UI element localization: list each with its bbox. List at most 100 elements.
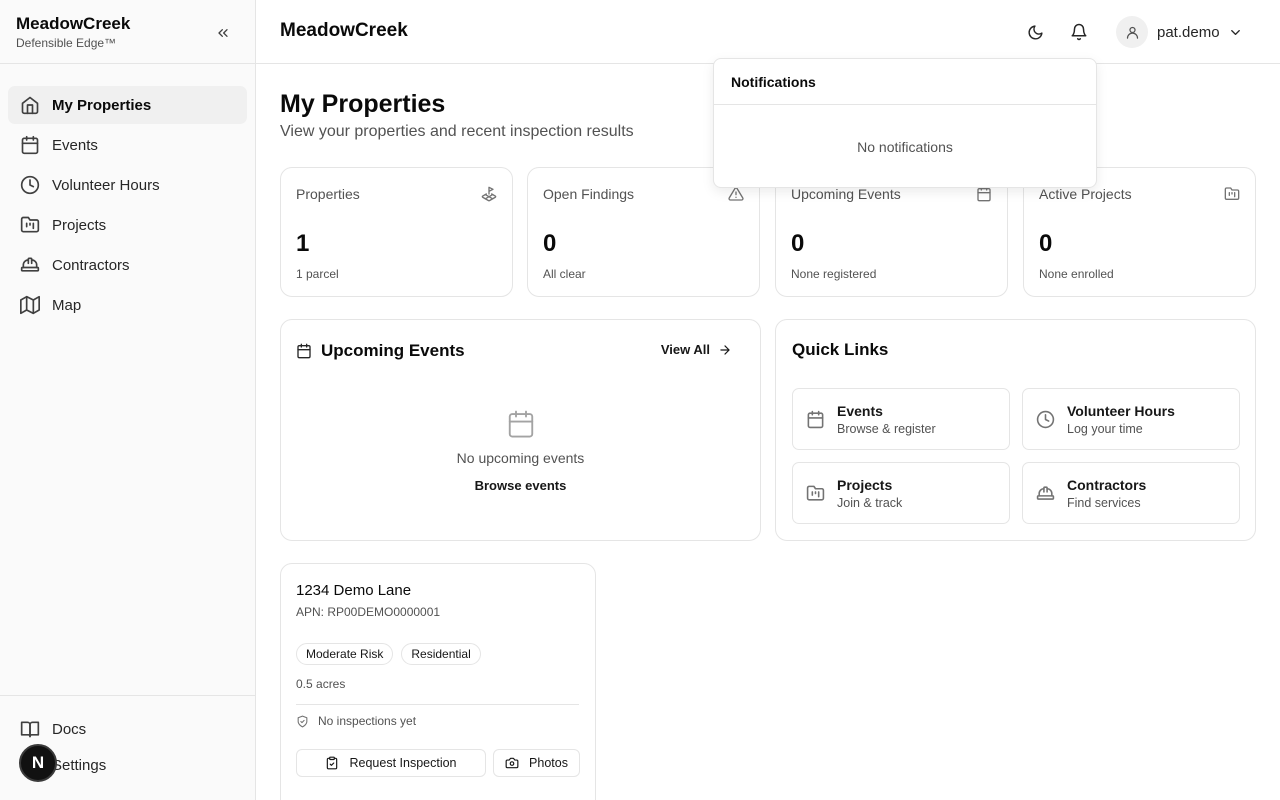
sidebar-item-label: Docs <box>52 720 87 738</box>
chevron-down-icon <box>1230 29 1240 35</box>
clock-icon <box>1036 410 1055 429</box>
calendar-icon <box>977 186 991 202</box>
stat-value: 1 <box>296 230 310 257</box>
sidebar-item-map[interactable]: Map <box>8 286 247 324</box>
calendar-empty-icon <box>508 410 534 438</box>
request-inspection-button[interactable]: Request Inspection <box>296 749 486 777</box>
sidebar-bottom-divider <box>0 695 255 696</box>
user-menu-button[interactable]: pat.demo <box>1116 16 1243 48</box>
sidebar-item-contractors[interactable]: Contractors <box>8 246 247 284</box>
folder-kanban-icon <box>806 485 825 501</box>
home-icon <box>21 96 39 115</box>
photos-label: Photos <box>529 756 568 770</box>
upcoming-events-card: Upcoming Events View All No upcoming eve… <box>280 319 761 541</box>
notifications-divider <box>714 104 1096 105</box>
stat-card-properties: Properties 1 1 parcel <box>280 167 513 297</box>
property-apn: APN: RP00DEMO0000001 <box>296 605 441 619</box>
clock-icon <box>20 175 40 195</box>
quick-link-projects[interactable]: Projects Join & track <box>792 462 1010 524</box>
upcoming-events-header: Upcoming Events <box>296 341 465 361</box>
property-address: 1234 Demo Lane <box>296 582 412 599</box>
risk-badge: Moderate Risk <box>296 643 394 665</box>
sidebar-divider <box>0 63 255 64</box>
sidebar-item-label: Settings <box>52 756 107 774</box>
folder-kanban-icon <box>1224 187 1240 200</box>
sidebar-item-label: Volunteer Hours <box>52 176 160 194</box>
quick-link-desc: Log your time <box>1067 422 1143 436</box>
hard-hat-icon <box>20 257 40 272</box>
browse-events-link[interactable]: Browse events <box>281 478 760 493</box>
sidebar-item-docs[interactable]: Docs <box>8 712 247 746</box>
map-icon <box>20 295 40 315</box>
photos-button[interactable]: Photos <box>493 749 580 777</box>
quick-link-contractors[interactable]: Contractors Find services <box>1022 462 1240 524</box>
stat-label: Upcoming Events <box>791 186 901 202</box>
hard-hat-icon <box>1036 486 1055 500</box>
stat-label: Active Projects <box>1039 186 1132 202</box>
sidebar-item-label: Projects <box>52 216 107 234</box>
clipboard-check-icon <box>327 756 338 770</box>
zoning-badge: Residential <box>401 643 481 665</box>
quick-link-volunteer-hours[interactable]: Volunteer Hours Log your time <box>1022 388 1240 450</box>
brand-name: MeadowCreek <box>16 14 131 33</box>
folder-kanban-icon <box>20 216 40 233</box>
book-icon <box>20 721 40 738</box>
stat-value: 0 <box>1039 230 1053 257</box>
chevrons-left-icon <box>218 28 228 37</box>
property-acres: 0.5 acres <box>296 677 346 691</box>
sidebar-item-events[interactable]: Events <box>8 126 247 164</box>
page-title: My Properties <box>280 90 446 118</box>
no-events-text: No upcoming events <box>456 450 585 466</box>
camera-icon <box>505 757 519 769</box>
sidebar-item-label: Map <box>52 296 82 314</box>
upcoming-events-title: Upcoming Events <box>321 341 465 360</box>
calendar-icon <box>297 343 311 359</box>
quick-links-card: Quick Links Events Browse & register Vol… <box>775 319 1256 541</box>
view-all-events-link[interactable]: View All <box>661 342 732 357</box>
stat-sub: None registered <box>791 267 877 281</box>
quick-link-name: Contractors <box>1067 477 1147 493</box>
calendar-icon <box>807 410 824 429</box>
stat-sub: None enrolled <box>1039 267 1114 281</box>
property-card[interactable]: 1234 Demo Lane APN: RP00DEMO0000001 Mode… <box>280 563 596 800</box>
property-badges: Moderate Risk Residential <box>296 643 489 665</box>
stat-sub: All clear <box>543 267 586 281</box>
notifications-title: Notifications <box>731 74 816 90</box>
quick-link-desc: Join & track <box>837 496 903 510</box>
header-title: MeadowCreek <box>280 20 408 41</box>
quick-links-title: Quick Links <box>792 340 889 359</box>
shield-check-icon <box>297 715 308 727</box>
stat-label: Open Findings <box>543 186 635 202</box>
inspection-status: No inspections yet <box>296 714 416 728</box>
sidebar-item-label: My Properties <box>52 96 152 114</box>
quick-link-desc: Browse & register <box>837 422 936 436</box>
stat-label: Properties <box>296 186 360 202</box>
quick-link-desc: Find services <box>1067 496 1141 510</box>
avatar <box>1116 16 1148 48</box>
page-subtitle: View your properties and recent inspecti… <box>280 123 634 140</box>
quick-link-name: Volunteer Hours <box>1067 403 1175 419</box>
collapse-sidebar-button[interactable] <box>212 22 234 44</box>
property-divider <box>296 704 579 705</box>
notifications-button[interactable] <box>1067 20 1091 44</box>
view-all-label: View All <box>660 342 710 357</box>
inspection-status-text: No inspections yet <box>318 714 417 728</box>
calendar-icon <box>21 135 39 155</box>
moon-icon <box>1028 24 1043 39</box>
stat-value: 0 <box>543 230 557 257</box>
sidebar-nav: My Properties Events Volunteer Hours Pro… <box>8 86 247 326</box>
sidebar-item-projects[interactable]: Projects <box>8 206 247 244</box>
dev-tools-avatar[interactable]: N <box>19 744 57 782</box>
sidebar: MeadowCreek Defensible Edge™ My Properti… <box>0 0 256 800</box>
sidebar-item-volunteer-hours[interactable]: Volunteer Hours <box>8 166 247 204</box>
top-header: MeadowCreek pat.demo <box>256 0 1280 64</box>
quick-link-name: Projects <box>837 477 893 493</box>
bell-icon <box>1071 23 1087 41</box>
brand-tagline: Defensible Edge™ <box>16 36 117 50</box>
quick-link-events[interactable]: Events Browse & register <box>792 388 1010 450</box>
username: pat.demo <box>1157 23 1220 41</box>
request-inspection-label: Request Inspection <box>349 756 457 770</box>
sidebar-item-label: Contractors <box>52 256 130 274</box>
sidebar-item-my-properties[interactable]: My Properties <box>8 86 247 124</box>
theme-toggle-button[interactable] <box>1023 20 1047 44</box>
